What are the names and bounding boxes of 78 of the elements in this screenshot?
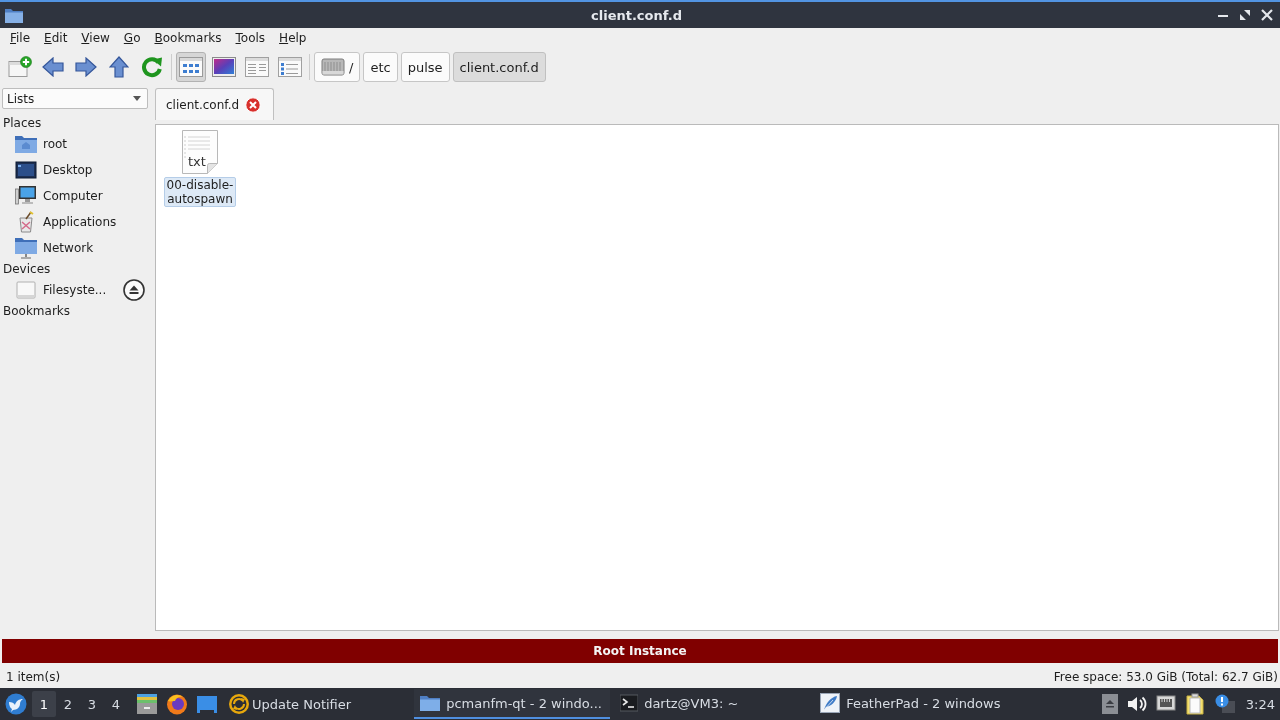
drive-icon: [321, 57, 345, 77]
forward-arrow-icon: [75, 57, 97, 77]
menu-item[interactable]: Tools: [228, 29, 273, 47]
taskbar-task[interactable]: FeatherPad - 2 windows: [814, 689, 1011, 719]
maximize-icon[interactable]: [1239, 9, 1251, 21]
sidebar-label: Computer: [43, 189, 103, 203]
menu-item[interactable]: Go: [116, 29, 148, 47]
back-arrow-icon: [42, 57, 64, 77]
section-header[interactable]: Devices: [0, 261, 150, 277]
feather-icon: [820, 693, 841, 713]
network-folder-icon: [15, 237, 37, 259]
computer-icon: [15, 185, 37, 207]
desktop-switch-button[interactable]: 4: [104, 691, 128, 717]
sidebar-item[interactable]: root: [0, 131, 150, 157]
sidebar-item[interactable]: Computer: [0, 183, 150, 209]
volume-icon[interactable]: [1126, 695, 1147, 713]
icon-grid-icon: [179, 57, 203, 77]
sidebar-item[interactable]: Applications: [0, 209, 150, 235]
detailed-list-icon: [278, 57, 302, 77]
eject-icon[interactable]: [123, 279, 145, 301]
text-file-icon[interactable]: txt: [180, 129, 220, 175]
section-header[interactable]: Places: [0, 115, 150, 131]
root-instance-banner: Root Instance: [2, 639, 1278, 663]
menu-item[interactable]: View: [74, 29, 117, 47]
reload-icon: [141, 56, 163, 78]
sidebar-item[interactable]: Filesyste...: [0, 277, 150, 303]
path-button[interactable]: /: [314, 52, 361, 82]
sidebar-label: Network: [43, 241, 94, 255]
new-tab-icon: [8, 56, 32, 78]
up-arrow-icon: [109, 56, 129, 78]
file-cabinet-icon[interactable]: [136, 693, 158, 715]
section-header[interactable]: Bookmarks: [0, 303, 150, 319]
sidebar-label: root: [43, 137, 68, 151]
close-tab-icon[interactable]: [245, 96, 262, 113]
desktop-switch-button[interactable]: 3: [80, 691, 104, 717]
sidebar-label: Desktop: [43, 163, 93, 177]
folder-icon: [420, 694, 441, 712]
terminal-icon: [620, 694, 639, 712]
screen-icon[interactable]: [196, 693, 218, 715]
drive-icon: [15, 280, 37, 300]
clipboard-icon[interactable]: [1184, 693, 1205, 715]
menu-item[interactable]: File: [3, 29, 38, 47]
path-button[interactable]: client.conf.d: [452, 52, 546, 82]
item-count: 1 item(s): [6, 670, 61, 684]
taskbar-task[interactable]: dartz@VM3: ~: [614, 689, 811, 719]
sidebar-item[interactable]: Network: [0, 235, 150, 261]
sidebar-label: Filesyste...: [43, 283, 107, 297]
path-button[interactable]: pulse: [400, 52, 450, 82]
side-pane-selector[interactable]: Lists: [2, 88, 148, 109]
network-icon[interactable]: [1155, 695, 1176, 713]
caret-icon: [133, 96, 141, 101]
icon-view-button[interactable]: [176, 52, 206, 82]
web-browser-icon[interactable]: [166, 693, 188, 715]
sidebar-label: Applications: [43, 215, 117, 229]
compact-list-icon: [245, 57, 269, 77]
taskbar-task[interactable]: pcmanfm-qt - 2 windo...: [414, 689, 611, 719]
folder-icon: [5, 7, 23, 23]
notification-icon[interactable]: [1213, 694, 1236, 714]
menu-item[interactable]: Bookmarks: [147, 29, 229, 47]
close-icon[interactable]: [1261, 9, 1273, 21]
tab[interactable]: client.conf.d: [155, 88, 275, 120]
path-button[interactable]: etc: [363, 52, 398, 82]
sidebar-item[interactable]: Desktop: [0, 157, 150, 183]
bird-logo-icon[interactable]: [5, 693, 27, 715]
free-space-text: Free space: 53.0 GiB (Total: 62.7 GiB): [1053, 670, 1278, 684]
desktop-icon: [15, 161, 37, 179]
update-notifier-button[interactable]: Update Notifier: [228, 689, 352, 719]
window-title: client.conf.d: [590, 7, 683, 23]
clock[interactable]: 3:24: [1245, 696, 1275, 712]
file-name[interactable]: 00-disable-autospawn: [164, 177, 236, 207]
file-type-text: txt: [188, 155, 206, 169]
home-folder-icon: [15, 134, 37, 154]
update-icon: [228, 693, 250, 715]
menu-item[interactable]: Help: [272, 29, 314, 47]
picture-icon: [212, 57, 236, 77]
menu-item[interactable]: Edit: [37, 29, 75, 47]
desktop-switch-button[interactable]: 1: [32, 691, 56, 717]
desktop-switch-button[interactable]: 2: [56, 691, 80, 717]
